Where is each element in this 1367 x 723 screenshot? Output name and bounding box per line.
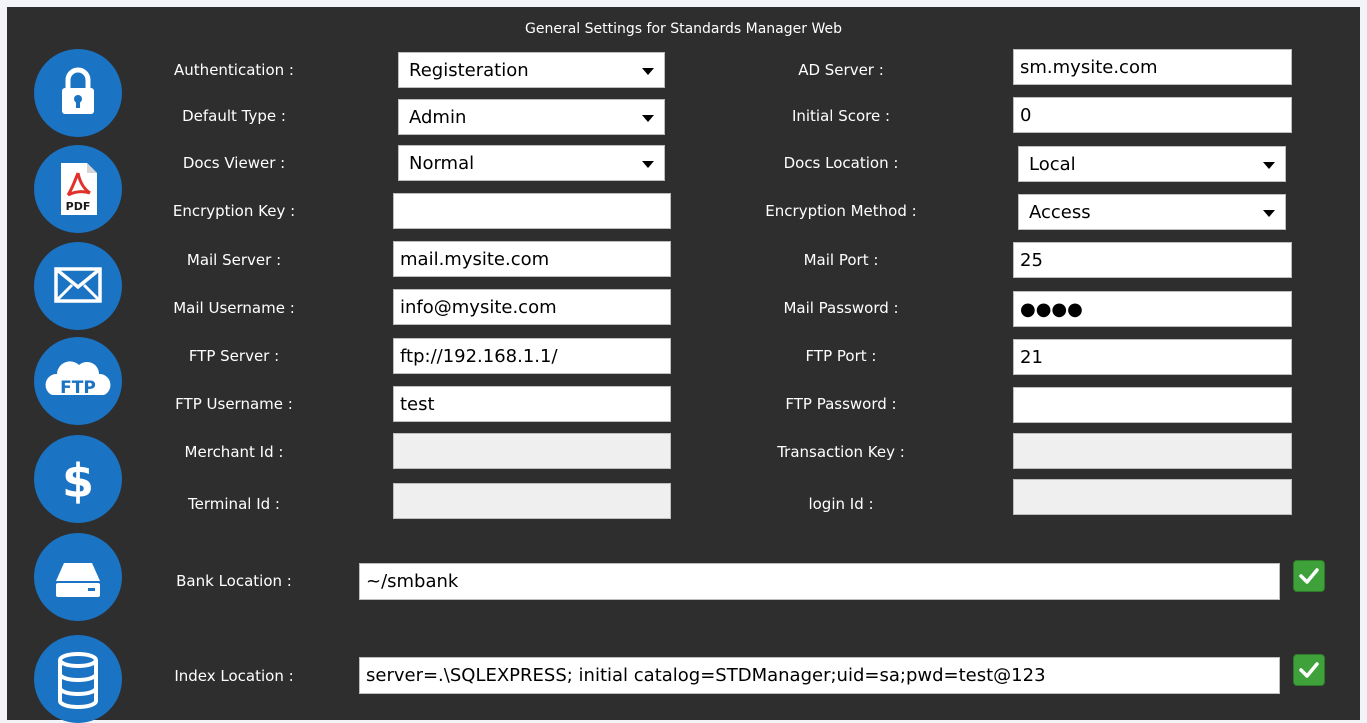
ad-server-label: AD Server : [798, 61, 884, 79]
svg-text:$: $ [62, 454, 94, 508]
ftp-icon: FTP [34, 337, 122, 425]
login-id-input [1013, 479, 1292, 515]
chevron-down-icon [1263, 162, 1275, 169]
mail-server-label: Mail Server : [186, 251, 282, 269]
ftp-password-label: FTP Password : [785, 395, 897, 413]
svg-text:PDF: PDF [66, 200, 91, 213]
mail-username-label: Mail Username : [173, 299, 295, 317]
default-type-label: Default Type : [182, 107, 286, 125]
mail-password-label: Mail Password : [783, 299, 899, 317]
merchant-id-label: Merchant Id : [184, 443, 284, 461]
initial-score-label: Initial Score : [791, 107, 891, 125]
dollar-icon: $ [34, 435, 122, 523]
docs-location-label: Docs Location : [783, 154, 899, 172]
initial-score-input[interactable] [1013, 97, 1292, 133]
chevron-down-icon [642, 161, 654, 168]
encryption-key-input[interactable] [393, 193, 671, 229]
svg-text:FTP: FTP [60, 378, 96, 398]
mail-password-input[interactable] [1013, 291, 1292, 327]
encryption-key-label: Encryption Key : [172, 202, 296, 220]
authentication-label: Authentication : [174, 61, 294, 79]
docs-viewer-label: Docs Viewer : [182, 154, 286, 172]
authentication-value: Registeration [409, 60, 529, 81]
encryption-method-label: Encryption Method : [765, 202, 917, 220]
login-id-label: login Id : [808, 495, 874, 513]
encryption-method-value: Access [1029, 202, 1091, 223]
docs-location-value: Local [1029, 154, 1076, 175]
database-icon [34, 635, 122, 723]
pdf-icon: PDF [34, 145, 122, 233]
index-location-label: Index Location : [174, 667, 294, 685]
bank-location-check-icon[interactable] [1293, 560, 1325, 592]
default-type-value: Admin [409, 107, 467, 128]
chevron-down-icon [642, 115, 654, 122]
merchant-id-input [393, 433, 671, 469]
default-type-select[interactable]: Admin [398, 99, 665, 135]
index-location-check-icon[interactable] [1293, 654, 1325, 686]
authentication-select[interactable]: Registeration [398, 52, 665, 88]
bank-location-input[interactable] [359, 563, 1280, 600]
bank-location-label: Bank Location : [176, 572, 292, 590]
chevron-down-icon [1263, 210, 1275, 217]
terminal-id-input [393, 483, 671, 519]
mail-port-label: Mail Port : [803, 251, 879, 269]
docs-location-select[interactable]: Local [1018, 146, 1286, 182]
terminal-id-label: Terminal Id : [188, 495, 280, 513]
ftp-username-label: FTP Username : [175, 395, 293, 413]
transaction-key-input [1013, 433, 1292, 469]
mail-server-input[interactable] [393, 241, 671, 277]
ad-server-input[interactable] [1013, 49, 1292, 85]
chevron-down-icon [642, 68, 654, 75]
ftp-username-input[interactable] [393, 386, 671, 422]
page-title: General Settings for Standards Manager W… [525, 21, 842, 37]
ftp-server-input[interactable] [393, 338, 671, 374]
lock-icon [34, 49, 122, 137]
ftp-server-label: FTP Server : [188, 347, 280, 365]
docs-viewer-value: Normal [409, 153, 475, 174]
drive-icon [34, 533, 122, 621]
mail-icon [34, 242, 122, 330]
docs-viewer-select[interactable]: Normal [398, 145, 665, 181]
ftp-password-input[interactable] [1013, 387, 1292, 423]
mail-port-input[interactable] [1013, 242, 1292, 278]
mail-username-input[interactable] [393, 289, 671, 325]
ftp-port-label: FTP Port : [805, 347, 877, 365]
ftp-port-input[interactable] [1013, 339, 1292, 375]
transaction-key-label: Transaction Key : [777, 443, 905, 461]
index-location-input[interactable] [359, 657, 1280, 694]
encryption-method-select[interactable]: Access [1018, 194, 1286, 230]
